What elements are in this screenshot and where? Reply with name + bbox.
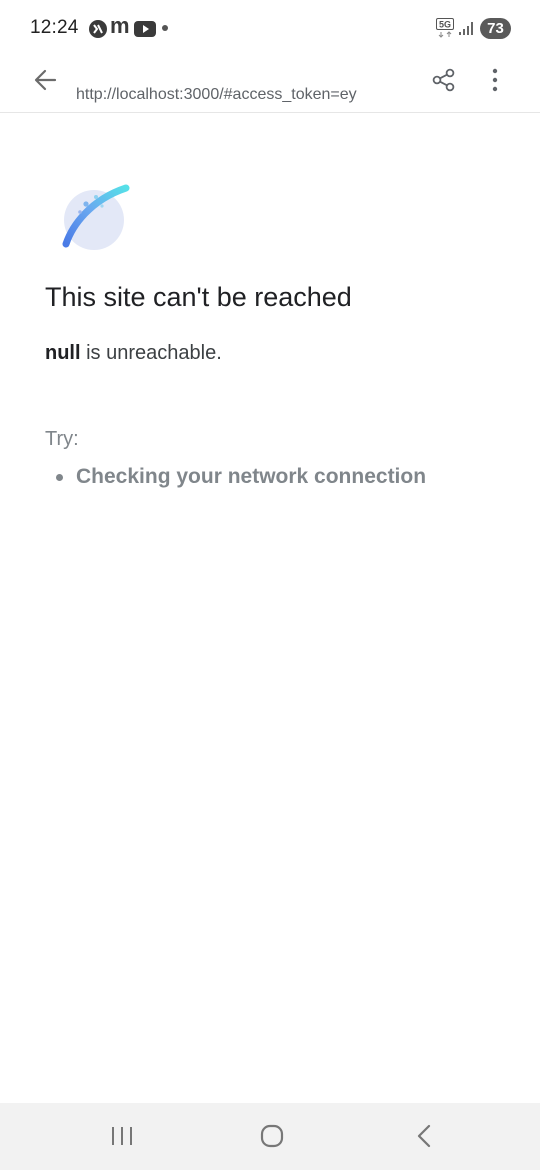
system-nav-bar (0, 1103, 540, 1170)
bullet-icon (56, 473, 63, 481)
more-vert-icon (492, 67, 498, 98)
recents-icon (109, 1124, 135, 1153)
error-detail-suffix: is unreachable. (80, 342, 222, 364)
home-icon (259, 1123, 285, 1154)
m-icon: m (110, 13, 130, 38)
suggestion-list: Checking your network connection (56, 465, 426, 489)
recents-button[interactable] (104, 1120, 140, 1156)
signal-icon (458, 20, 476, 41)
suggestion-text: Checking your network connection (76, 465, 427, 488)
url-display[interactable]: http://localhost:3000/#access_token=ey (76, 86, 410, 104)
back-button[interactable] (28, 64, 64, 100)
back-icon (413, 1123, 435, 1154)
top-app-bar: http://localhost:3000/#access_token=ey (0, 56, 540, 113)
status-time: 12:24 (30, 17, 79, 38)
home-button[interactable] (254, 1120, 290, 1156)
back-arrow-icon (33, 67, 59, 98)
dot-icon (162, 25, 168, 31)
globe-icon (56, 182, 132, 254)
5g-network-icon: 5G (436, 18, 454, 43)
error-host: null (45, 342, 81, 364)
share-button[interactable] (426, 64, 462, 100)
try-label: Try: (45, 428, 79, 450)
5g-label: 5G (439, 20, 451, 30)
browser-screen: 12:24 m 5G 73 http://localhost:3000/#acc… (0, 0, 540, 1170)
suggestion-item: Checking your network connection (56, 465, 426, 489)
status-bar: 12:24 m 5G 73 (0, 0, 540, 56)
error-title: This site can't be reached (45, 282, 352, 312)
battery-indicator: 73 (480, 18, 511, 39)
system-back-button[interactable] (406, 1120, 442, 1156)
error-detail: null is unreachable. (45, 342, 222, 365)
mi-icon (88, 19, 108, 44)
youtube-icon (134, 21, 156, 42)
more-options-button[interactable] (480, 64, 510, 100)
share-icon (431, 67, 457, 98)
